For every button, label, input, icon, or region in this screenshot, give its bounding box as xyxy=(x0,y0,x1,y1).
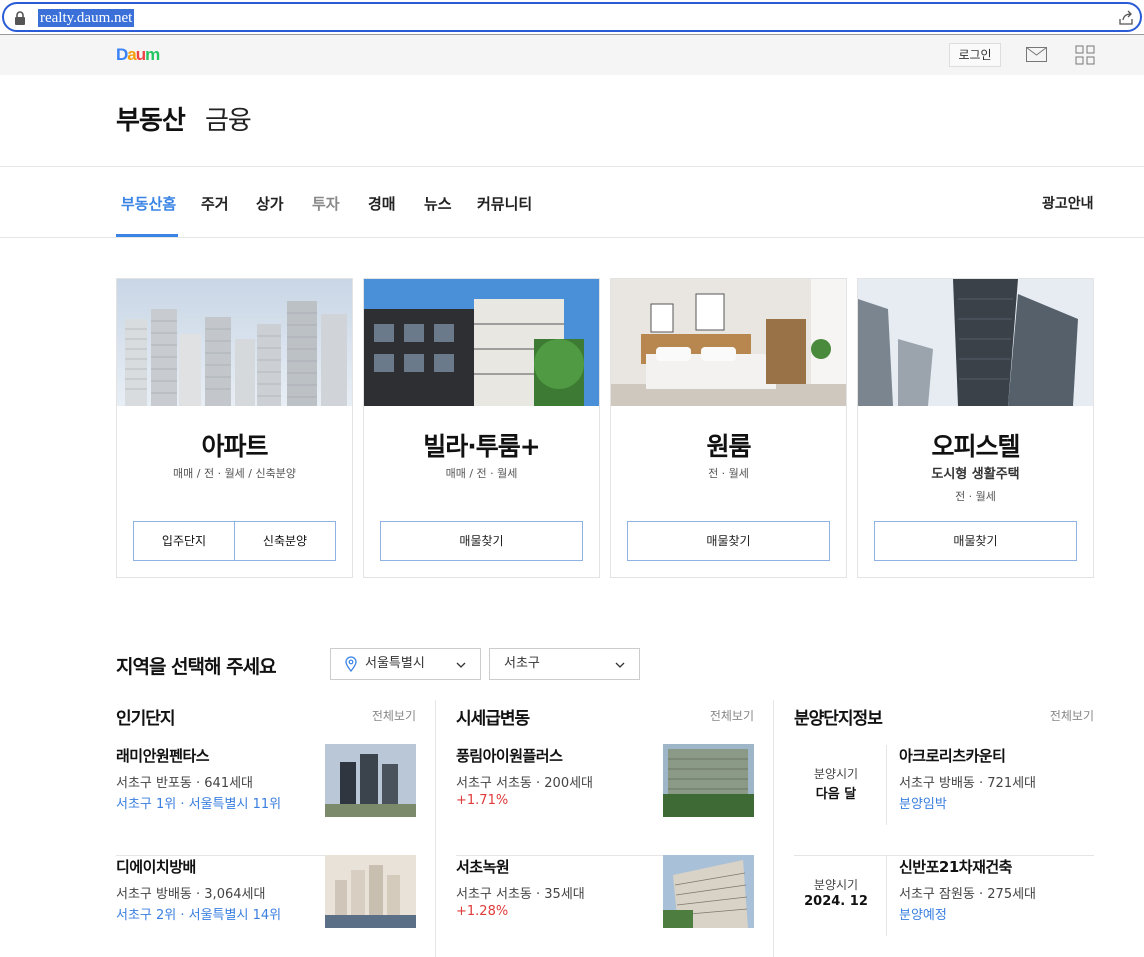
card-subtitle: 매매 / 전 · 월세 xyxy=(445,467,518,480)
list-item[interactable]: 분양시기 다음 달 아크로리츠카운티 서초구 방배동 · 721세대 분양임박 xyxy=(794,745,1094,856)
sale-period-value: 2024. 12 xyxy=(804,894,868,909)
list-item[interactable]: 서초녹원 서초구 서초동 · 35세대 +1.28% xyxy=(456,855,754,957)
divider xyxy=(0,166,1144,167)
section-heading: 인기단지 xyxy=(116,709,176,729)
sale-status: 분양임박 xyxy=(899,797,947,812)
card-subtitle-bold: 도시형 생활주택 xyxy=(931,467,1020,482)
officetel-image xyxy=(858,279,1093,406)
card-subtitle: 전 · 월세 xyxy=(708,467,749,480)
region-title: 지역을 선택해 주세요 xyxy=(116,656,277,678)
apps-grid-icon[interactable] xyxy=(1075,45,1095,65)
complex-meta: 서초구 반포동 · 641세대 xyxy=(116,776,254,791)
complex-name[interactable]: 신반포21차재건축 xyxy=(899,856,1012,877)
tab-news[interactable]: 뉴스 xyxy=(424,193,452,214)
complex-rank: 서초구 2위 · 서울특별시 14위 xyxy=(116,908,282,923)
complex-name[interactable]: 풍림아이원플러스 xyxy=(456,745,563,766)
sale-period-label: 분양시기 xyxy=(813,767,859,781)
chevron-down-icon xyxy=(615,662,625,668)
complex-meta: 서초구 방배동 · 721세대 xyxy=(899,776,1037,791)
complex-name[interactable]: 디에이치방배 xyxy=(116,856,196,877)
divider xyxy=(886,745,887,825)
find-listings-button[interactable]: 매물찾기 xyxy=(380,521,583,561)
find-listings-button[interactable]: 매물찾기 xyxy=(627,521,830,561)
card-officetel[interactable]: 오피스텔 도시형 생활주택 전 · 월세 매물찾기 xyxy=(857,278,1094,578)
sale-period-value: 다음 달 xyxy=(815,787,857,802)
complex-thumbnail[interactable] xyxy=(325,744,416,817)
section-finance-link[interactable]: 금융 xyxy=(205,100,252,137)
tab-investment[interactable]: 투자 xyxy=(312,193,340,214)
complex-meta: 서초구 서초동 · 200세대 xyxy=(456,776,594,791)
complex-thumbnail[interactable] xyxy=(663,855,754,928)
card-title: 빌라·투룸+ xyxy=(423,432,540,461)
section-heading: 분양단지정보 xyxy=(794,709,883,729)
tab-housing[interactable]: 주거 xyxy=(201,193,229,214)
city-select-value: 서울특별시 xyxy=(365,656,425,671)
complex-meta: 서초구 서초동 · 35세대 xyxy=(456,887,585,902)
price-change-value: +1.28% xyxy=(456,904,509,919)
find-listings-button[interactable]: 매물찾기 xyxy=(874,521,1077,561)
district-select[interactable]: 서초구 xyxy=(489,648,640,680)
daum-logo[interactable]: Daum xyxy=(116,45,160,65)
move-in-complex-button[interactable]: 입주단지 xyxy=(133,521,235,561)
list-item[interactable]: 디에이치방배 서초구 방배동 · 3,064세대 서초구 2위 · 서울특별시 … xyxy=(116,855,416,957)
city-select[interactable]: 서울특별시 xyxy=(330,648,481,680)
chevron-down-icon xyxy=(456,662,466,668)
card-title: 아파트 xyxy=(201,432,268,461)
lock-icon xyxy=(15,11,25,25)
location-pin-icon xyxy=(345,656,357,672)
complex-rank: 서초구 1위 · 서울특별시 11위 xyxy=(116,797,282,812)
share-icon[interactable] xyxy=(1118,10,1134,26)
column-divider xyxy=(435,700,436,957)
view-all-link[interactable]: 전체보기 xyxy=(710,707,754,724)
complex-thumbnail[interactable] xyxy=(325,855,416,928)
tab-community[interactable]: 커뮤니티 xyxy=(477,193,532,214)
divider xyxy=(886,856,887,936)
card-oneroom[interactable]: 원룸 전 · 월세 매물찾기 xyxy=(610,278,847,578)
list-item[interactable]: 래미안원펜타스 서초구 반포동 · 641세대 서초구 1위 · 서울특별시 1… xyxy=(116,744,416,856)
url-field[interactable]: realty.daum.net xyxy=(2,2,1142,32)
apartment-image xyxy=(117,279,352,406)
login-button[interactable]: 로그인 xyxy=(949,43,1001,67)
section-heading: 시세급변동 xyxy=(456,709,530,729)
ad-info-link[interactable]: 광고안내 xyxy=(1042,193,1094,213)
list-item[interactable]: 풍림아이원플러스 서초구 서초동 · 200세대 +1.71% xyxy=(456,744,754,856)
tab-home[interactable]: 부동산홈 xyxy=(121,193,176,214)
url-text[interactable]: realty.daum.net xyxy=(38,9,135,27)
card-subtitle: 매매 / 전 · 월세 / 신축분양 xyxy=(173,467,296,480)
column-divider xyxy=(773,700,774,957)
complex-name[interactable]: 래미안원펜타스 xyxy=(116,745,210,766)
browser-address-bar: realty.daum.net xyxy=(0,0,1144,34)
card-title: 원룸 xyxy=(706,432,751,461)
card-title: 오피스텔 xyxy=(931,432,1020,461)
complex-meta: 서초구 방배동 · 3,064세대 xyxy=(116,887,266,902)
district-select-value: 서초구 xyxy=(504,656,540,671)
view-all-link[interactable]: 전체보기 xyxy=(372,707,416,724)
oneroom-image xyxy=(611,279,846,406)
mail-icon[interactable] xyxy=(1026,47,1047,62)
top-bar: Daum 로그인 xyxy=(0,35,1144,75)
divider xyxy=(0,237,1144,238)
tab-auction[interactable]: 경매 xyxy=(368,193,396,214)
tab-commercial[interactable]: 상가 xyxy=(256,193,284,214)
complex-meta: 서초구 잠원동 · 275세대 xyxy=(899,887,1037,902)
price-change-value: +1.71% xyxy=(456,793,509,808)
complex-name[interactable]: 아크로리츠카운티 xyxy=(899,745,1006,766)
sale-info-section: 분양단지정보 전체보기 분양시기 다음 달 아크로리츠카운티 서초구 방배동 ·… xyxy=(794,700,1094,957)
sale-status: 분양예정 xyxy=(899,908,947,923)
complex-name[interactable]: 서초녹원 xyxy=(456,856,510,877)
view-all-link[interactable]: 전체보기 xyxy=(1050,707,1094,724)
price-change-section: 시세급변동 전체보기 풍림아이원플러스 서초구 서초동 · 200세대 +1.7… xyxy=(456,700,754,957)
list-item[interactable]: 분양시기 2024. 12 신반포21차재건축 서초구 잠원동 · 275세대 … xyxy=(794,856,1094,957)
section-title[interactable]: 부동산 xyxy=(116,100,186,137)
popular-complex-section: 인기단지 전체보기 래미안원펜타스 서초구 반포동 · 641세대 서초구 1위… xyxy=(116,700,416,957)
card-subtitle: 전 · 월세 xyxy=(955,490,996,503)
card-villa[interactable]: 빌라·투룸+ 매매 / 전 · 월세 매물찾기 xyxy=(363,278,600,578)
complex-thumbnail[interactable] xyxy=(663,744,754,817)
new-sale-button[interactable]: 신축분양 xyxy=(234,521,336,561)
card-apartment[interactable]: 아파트 매매 / 전 · 월세 / 신축분양 입주단지 신축분양 xyxy=(116,278,353,578)
villa-image xyxy=(364,279,599,406)
sale-period-label: 분양시기 xyxy=(813,878,859,892)
